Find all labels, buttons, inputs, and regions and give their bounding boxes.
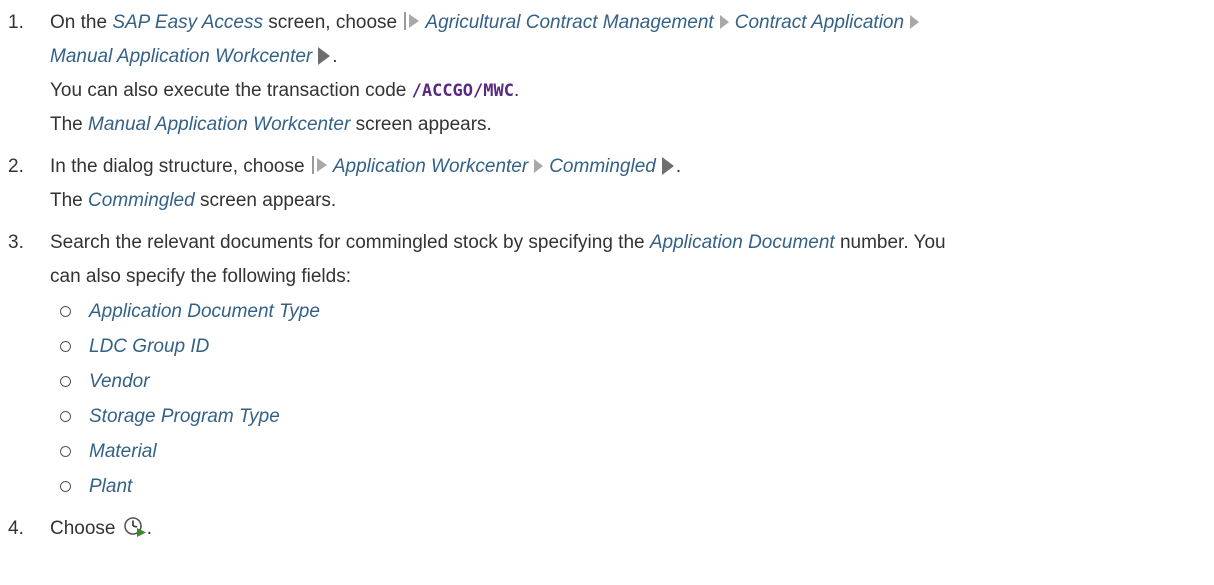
field-name: Application Document [649,232,835,253]
procedure-document: 1. On the SAP Easy Access screen, choose… [8,6,1208,558]
menu-path-item: Contract Application [734,12,905,33]
menu-path-separator-icon [719,15,729,29]
transaction-hint: You can also execute the transaction cod… [50,80,520,101]
menu-path-end-icon [661,157,674,175]
menu-path-item: Application Workcenter [332,156,529,177]
list-item: Application Document Type [50,294,1208,329]
step-2-line-1: In the dialog structure, choose Applicat… [50,155,682,177]
step-number: 2. [8,156,24,177]
menu-path-start-icon [402,11,422,31]
bullet-circle-icon [60,306,71,317]
step-2: 2. In the dialog structure, choose Appli… [8,150,1208,218]
step-3-line-1: Search the relevant documents for commin… [50,232,946,253]
list-item: Storage Program Type [50,399,1208,434]
step-1: 1. On the SAP Easy Access screen, choose… [8,6,1208,142]
menu-path-end-icon [318,47,331,65]
bullet-circle-icon [60,341,71,352]
menu-path-item: Manual Application Workcenter [50,46,313,67]
result-screen-name: Manual Application Workcenter [88,114,351,135]
step-result: The Manual Application Workcenter screen… [50,114,492,135]
menu-path-separator-icon [534,159,544,173]
step-3: 3. Search the relevant documents for com… [8,226,1208,504]
step-3-line-2: can also specify the following fields: [50,266,351,287]
execute-clock-icon [123,516,147,550]
menu-path-separator-icon [910,15,920,29]
optional-fields-list: Application Document Type LDC Group ID V… [50,294,1208,504]
step-number: 3. [8,232,24,253]
menu-path-item: Commingled [549,156,656,177]
result-screen-name: Commingled [88,190,195,211]
step-1-line-2: Manual Application Workcenter. [50,46,338,67]
step-1-line-1: On the SAP Easy Access screen, choose Ag… [50,6,1208,40]
step-result: The Commingled screen appears. [50,190,337,211]
bullet-circle-icon [60,411,71,422]
bullet-circle-icon [60,481,71,492]
screen-name: SAP Easy Access [112,12,263,33]
list-item: Vendor [50,364,1208,399]
bullet-circle-icon [60,376,71,387]
step-4: 4. Choose . [8,512,1208,550]
list-item: Plant [50,469,1208,504]
bullet-circle-icon [60,446,71,457]
step-number: 4. [8,518,24,539]
menu-path-item: Agricultural Contract Management [425,12,714,33]
menu-path-start-icon [310,155,330,175]
list-item: LDC Group ID [50,329,1208,364]
step-4-line-1: Choose . [50,512,1208,550]
step-number: 1. [8,12,24,33]
list-item: Material [50,434,1208,469]
transaction-code: /ACCGO/MWC [411,81,514,101]
